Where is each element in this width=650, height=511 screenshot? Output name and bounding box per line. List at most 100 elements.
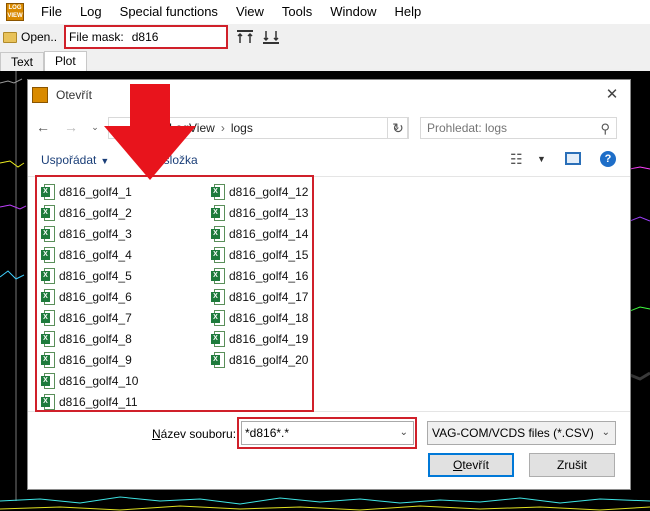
- file-name: d816_golf4_13: [229, 205, 309, 220]
- filename-input[interactable]: [245, 426, 395, 440]
- preview-pane-icon[interactable]: [565, 152, 581, 165]
- address-row: ← → ⌄ LogView › logs ⌄ ↻ ⚲: [28, 114, 630, 142]
- file-name: d816_golf4_2: [59, 205, 132, 220]
- file-name: d816_golf4_3: [59, 226, 132, 241]
- command-bar: Uspořádat ▼ ová složka ☷ ▼ ?: [28, 146, 630, 174]
- back-arrow-icon[interactable]: ←: [34, 118, 52, 136]
- file-item[interactable]: Xd816_golf4_4: [41, 244, 138, 265]
- file-item[interactable]: Xd816_golf4_10: [41, 370, 138, 391]
- file-item[interactable]: Xd816_golf4_19: [211, 328, 308, 349]
- open-file-button-label: tevřít: [462, 458, 489, 472]
- menu-bar: LOG VIEW File Log Special functions View…: [0, 0, 650, 24]
- merge-view-icon[interactable]: [262, 28, 280, 46]
- help-icon[interactable]: ?: [600, 151, 616, 167]
- excel-file-icon: X: [41, 204, 55, 221]
- excel-file-icon: X: [41, 330, 55, 347]
- search-input[interactable]: [427, 121, 587, 135]
- open-button-accesskey: O: [452, 458, 463, 472]
- file-item[interactable]: Xd816_golf4_5: [41, 265, 138, 286]
- excel-file-icon: X: [41, 309, 55, 326]
- file-item[interactable]: Xd816_golf4_6: [41, 286, 138, 307]
- excel-file-icon: X: [211, 288, 225, 305]
- file-item[interactable]: Xd816_golf4_3: [41, 223, 138, 244]
- filename-dropdown-icon[interactable]: ⌄: [400, 427, 408, 438]
- breadcrumb-current[interactable]: logs: [231, 121, 253, 135]
- filename-label: Název souboru:: [152, 427, 236, 441]
- dialog-close-icon[interactable]: ✕: [602, 85, 622, 105]
- file-type-dropdown-icon: ⌄: [601, 427, 610, 438]
- file-item[interactable]: Xd816_golf4_14: [211, 223, 308, 244]
- file-item[interactable]: Xd816_golf4_11: [41, 391, 138, 412]
- excel-file-icon: X: [211, 309, 225, 326]
- excel-file-icon: X: [211, 351, 225, 368]
- folder-icon: [3, 31, 17, 43]
- file-name: d816_golf4_1: [59, 184, 132, 199]
- excel-file-icon: X: [41, 267, 55, 284]
- menu-window[interactable]: Window: [321, 0, 385, 24]
- file-list: Xd816_golf4_1 Xd816_golf4_2 Xd816_golf4_3 X…: [28, 176, 630, 412]
- menu-file[interactable]: File: [32, 0, 71, 24]
- refresh-icon[interactable]: ↻: [387, 117, 409, 139]
- breadcrumb-parent[interactable]: LogView: [169, 121, 215, 135]
- breadcrumb-separator-icon: ›: [220, 121, 225, 135]
- excel-file-icon: X: [41, 288, 55, 305]
- file-item[interactable]: Xd816_golf4_1: [41, 181, 138, 202]
- excel-file-icon: X: [41, 393, 55, 410]
- file-type-select[interactable]: VAG-COM/VCDS files (*.CSV) ⌄: [427, 421, 616, 445]
- forward-arrow-icon[interactable]: →: [62, 118, 80, 136]
- excel-file-icon: X: [211, 225, 225, 242]
- file-item[interactable]: Xd816_golf4_20: [211, 349, 308, 370]
- menu-special-functions[interactable]: Special functions: [111, 0, 227, 24]
- file-item[interactable]: Xd816_golf4_15: [211, 244, 308, 265]
- file-name: d816_golf4_10: [59, 373, 139, 388]
- file-name: d816_golf4_8: [59, 331, 132, 346]
- file-item[interactable]: Xd816_golf4_2: [41, 202, 138, 223]
- file-item[interactable]: Xd816_golf4_8: [41, 328, 138, 349]
- address-bar[interactable]: LogView › logs ⌄: [108, 117, 408, 139]
- excel-file-icon: X: [211, 204, 225, 221]
- split-view-icon[interactable]: [236, 28, 254, 46]
- file-item[interactable]: Xd816_golf4_7: [41, 307, 138, 328]
- file-item[interactable]: Xd816_golf4_17: [211, 286, 308, 307]
- view-options-icon[interactable]: ☷: [510, 151, 523, 168]
- open-button[interactable]: Open..: [0, 26, 60, 48]
- new-folder-button[interactable]: ová složka: [141, 153, 198, 167]
- organize-button[interactable]: Uspořádat ▼: [41, 153, 109, 167]
- excel-file-icon: X: [41, 351, 55, 368]
- tab-plot[interactable]: Plot: [44, 51, 87, 71]
- dialog-title: Otevřít: [56, 88, 93, 102]
- organize-label: Uspořádat: [41, 153, 97, 167]
- excel-file-icon: X: [211, 246, 225, 263]
- app-logo-icon: LOG VIEW: [6, 3, 24, 21]
- file-item[interactable]: Xd816_golf4_16: [211, 265, 308, 286]
- file-type-value: VAG-COM/VCDS files (*.CSV): [432, 426, 594, 440]
- menu-help[interactable]: Help: [386, 0, 431, 24]
- file-item[interactable]: Xd816_golf4_9: [41, 349, 138, 370]
- file-item[interactable]: Xd816_golf4_12: [211, 181, 308, 202]
- view-options-caret-icon[interactable]: ▼: [537, 154, 546, 164]
- menu-view[interactable]: View: [227, 0, 273, 24]
- menu-tools[interactable]: Tools: [273, 0, 321, 24]
- menu-log[interactable]: Log: [71, 0, 111, 24]
- file-item[interactable]: Xd816_golf4_18: [211, 307, 308, 328]
- cancel-button[interactable]: Zrušit: [529, 453, 615, 477]
- search-icon[interactable]: ⚲: [600, 121, 610, 137]
- excel-file-icon: X: [211, 330, 225, 347]
- file-mask-input[interactable]: [131, 30, 212, 44]
- excel-file-icon: X: [211, 267, 225, 284]
- open-button-label: Open..: [21, 30, 58, 44]
- file-mask-group: File mask:: [64, 25, 229, 49]
- recent-locations-chevron-icon[interactable]: ⌄: [86, 118, 104, 136]
- file-name: d816_golf4_4: [59, 247, 132, 262]
- file-name: d816_golf4_18: [229, 310, 309, 325]
- file-name: d816_golf4_9: [59, 352, 132, 367]
- file-item[interactable]: Xd816_golf4_13: [211, 202, 308, 223]
- file-name: d816_golf4_19: [229, 331, 309, 346]
- tab-text[interactable]: Text: [0, 52, 45, 71]
- excel-file-icon: X: [41, 183, 55, 200]
- organize-caret-icon: ▼: [100, 156, 110, 166]
- file-mask-label: File mask:: [69, 30, 124, 44]
- open-file-button[interactable]: Otevřít: [428, 453, 514, 477]
- view-tabs: Text Plot: [0, 51, 87, 71]
- file-name: d816_golf4_6: [59, 289, 132, 304]
